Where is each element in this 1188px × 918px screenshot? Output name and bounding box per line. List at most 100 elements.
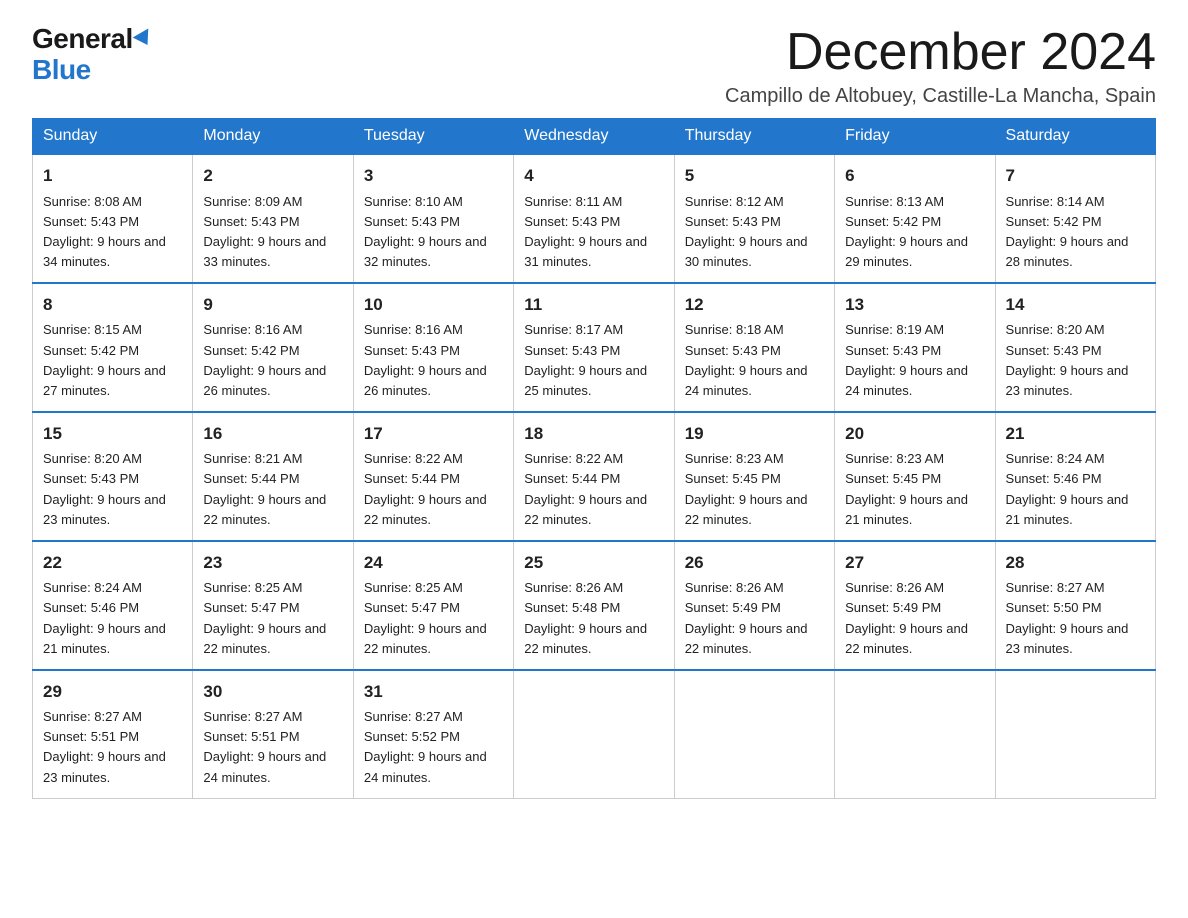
day-number: 3 — [364, 163, 503, 189]
day-info: Sunrise: 8:22 AMSunset: 5:44 PMDaylight:… — [524, 451, 647, 526]
day-info: Sunrise: 8:15 AMSunset: 5:42 PMDaylight:… — [43, 322, 166, 397]
calendar-day-cell — [514, 670, 674, 798]
calendar-day-cell: 25 Sunrise: 8:26 AMSunset: 5:48 PMDaylig… — [514, 541, 674, 670]
calendar-day-cell — [674, 670, 834, 798]
calendar-week-row: 15 Sunrise: 8:20 AMSunset: 5:43 PMDaylig… — [33, 412, 1156, 541]
day-number: 12 — [685, 292, 824, 318]
day-number: 11 — [524, 292, 663, 318]
calendar-week-row: 8 Sunrise: 8:15 AMSunset: 5:42 PMDayligh… — [33, 283, 1156, 412]
calendar-day-cell: 27 Sunrise: 8:26 AMSunset: 5:49 PMDaylig… — [835, 541, 995, 670]
day-info: Sunrise: 8:16 AMSunset: 5:42 PMDaylight:… — [203, 322, 326, 397]
day-number: 18 — [524, 421, 663, 447]
day-info: Sunrise: 8:24 AMSunset: 5:46 PMDaylight:… — [1006, 451, 1129, 526]
logo-triangle-icon — [132, 28, 155, 49]
day-number: 17 — [364, 421, 503, 447]
day-number: 10 — [364, 292, 503, 318]
day-info: Sunrise: 8:10 AMSunset: 5:43 PMDaylight:… — [364, 194, 487, 269]
day-number: 19 — [685, 421, 824, 447]
calendar-day-cell: 18 Sunrise: 8:22 AMSunset: 5:44 PMDaylig… — [514, 412, 674, 541]
day-number: 15 — [43, 421, 182, 447]
day-number: 9 — [203, 292, 342, 318]
calendar-day-cell: 4 Sunrise: 8:11 AMSunset: 5:43 PMDayligh… — [514, 154, 674, 283]
calendar-body: 1 Sunrise: 8:08 AMSunset: 5:43 PMDayligh… — [33, 154, 1156, 798]
calendar-day-cell — [995, 670, 1155, 798]
calendar-day-cell: 13 Sunrise: 8:19 AMSunset: 5:43 PMDaylig… — [835, 283, 995, 412]
calendar-day-cell: 28 Sunrise: 8:27 AMSunset: 5:50 PMDaylig… — [995, 541, 1155, 670]
header-sunday: Sunday — [33, 119, 193, 155]
day-number: 22 — [43, 550, 182, 576]
day-info: Sunrise: 8:26 AMSunset: 5:49 PMDaylight:… — [685, 580, 808, 655]
day-info: Sunrise: 8:17 AMSunset: 5:43 PMDaylight:… — [524, 322, 647, 397]
day-number: 26 — [685, 550, 824, 576]
calendar-day-cell: 16 Sunrise: 8:21 AMSunset: 5:44 PMDaylig… — [193, 412, 353, 541]
day-number: 25 — [524, 550, 663, 576]
day-info: Sunrise: 8:16 AMSunset: 5:43 PMDaylight:… — [364, 322, 487, 397]
day-info: Sunrise: 8:09 AMSunset: 5:43 PMDaylight:… — [203, 194, 326, 269]
day-number: 23 — [203, 550, 342, 576]
day-info: Sunrise: 8:26 AMSunset: 5:48 PMDaylight:… — [524, 580, 647, 655]
calendar-week-row: 1 Sunrise: 8:08 AMSunset: 5:43 PMDayligh… — [33, 154, 1156, 283]
calendar-day-cell: 24 Sunrise: 8:25 AMSunset: 5:47 PMDaylig… — [353, 541, 513, 670]
day-info: Sunrise: 8:13 AMSunset: 5:42 PMDaylight:… — [845, 194, 968, 269]
day-number: 21 — [1006, 421, 1145, 447]
header-friday: Friday — [835, 119, 995, 155]
day-info: Sunrise: 8:18 AMSunset: 5:43 PMDaylight:… — [685, 322, 808, 397]
calendar-day-cell: 11 Sunrise: 8:17 AMSunset: 5:43 PMDaylig… — [514, 283, 674, 412]
day-number: 2 — [203, 163, 342, 189]
calendar-week-row: 22 Sunrise: 8:24 AMSunset: 5:46 PMDaylig… — [33, 541, 1156, 670]
day-number: 20 — [845, 421, 984, 447]
header-wednesday: Wednesday — [514, 119, 674, 155]
calendar-day-cell: 1 Sunrise: 8:08 AMSunset: 5:43 PMDayligh… — [33, 154, 193, 283]
day-number: 1 — [43, 163, 182, 189]
day-number: 7 — [1006, 163, 1145, 189]
header-tuesday: Tuesday — [353, 119, 513, 155]
header-thursday: Thursday — [674, 119, 834, 155]
day-info: Sunrise: 8:23 AMSunset: 5:45 PMDaylight:… — [685, 451, 808, 526]
day-number: 31 — [364, 679, 503, 705]
header-saturday: Saturday — [995, 119, 1155, 155]
day-number: 14 — [1006, 292, 1145, 318]
calendar-day-cell: 30 Sunrise: 8:27 AMSunset: 5:51 PMDaylig… — [193, 670, 353, 798]
day-info: Sunrise: 8:26 AMSunset: 5:49 PMDaylight:… — [845, 580, 968, 655]
day-info: Sunrise: 8:23 AMSunset: 5:45 PMDaylight:… — [845, 451, 968, 526]
calendar-header: Sunday Monday Tuesday Wednesday Thursday… — [33, 119, 1156, 155]
logo-text: General — [32, 24, 153, 55]
day-info: Sunrise: 8:19 AMSunset: 5:43 PMDaylight:… — [845, 322, 968, 397]
calendar-table: Sunday Monday Tuesday Wednesday Thursday… — [32, 118, 1156, 799]
calendar-day-cell: 19 Sunrise: 8:23 AMSunset: 5:45 PMDaylig… — [674, 412, 834, 541]
calendar-day-cell: 29 Sunrise: 8:27 AMSunset: 5:51 PMDaylig… — [33, 670, 193, 798]
day-number: 30 — [203, 679, 342, 705]
logo-icon-wrap — [133, 34, 153, 48]
title-block: December 2024 Campillo de Altobuey, Cast… — [725, 24, 1156, 108]
location-title: Campillo de Altobuey, Castille-La Mancha… — [725, 85, 1156, 108]
page-header: General Blue December 2024 Campillo de A… — [32, 24, 1156, 108]
calendar-day-cell: 21 Sunrise: 8:24 AMSunset: 5:46 PMDaylig… — [995, 412, 1155, 541]
month-title: December 2024 — [725, 24, 1156, 81]
day-info: Sunrise: 8:14 AMSunset: 5:42 PMDaylight:… — [1006, 194, 1129, 269]
calendar-day-cell: 22 Sunrise: 8:24 AMSunset: 5:46 PMDaylig… — [33, 541, 193, 670]
calendar-day-cell: 9 Sunrise: 8:16 AMSunset: 5:42 PMDayligh… — [193, 283, 353, 412]
day-number: 24 — [364, 550, 503, 576]
calendar-day-cell: 31 Sunrise: 8:27 AMSunset: 5:52 PMDaylig… — [353, 670, 513, 798]
calendar-day-cell: 2 Sunrise: 8:09 AMSunset: 5:43 PMDayligh… — [193, 154, 353, 283]
calendar-day-cell: 8 Sunrise: 8:15 AMSunset: 5:42 PMDayligh… — [33, 283, 193, 412]
day-info: Sunrise: 8:22 AMSunset: 5:44 PMDaylight:… — [364, 451, 487, 526]
weekday-header-row: Sunday Monday Tuesday Wednesday Thursday… — [33, 119, 1156, 155]
day-info: Sunrise: 8:12 AMSunset: 5:43 PMDaylight:… — [685, 194, 808, 269]
day-info: Sunrise: 8:25 AMSunset: 5:47 PMDaylight:… — [203, 580, 326, 655]
day-info: Sunrise: 8:27 AMSunset: 5:50 PMDaylight:… — [1006, 580, 1129, 655]
day-info: Sunrise: 8:20 AMSunset: 5:43 PMDaylight:… — [1006, 322, 1129, 397]
calendar-day-cell: 6 Sunrise: 8:13 AMSunset: 5:42 PMDayligh… — [835, 154, 995, 283]
day-number: 13 — [845, 292, 984, 318]
calendar-day-cell: 23 Sunrise: 8:25 AMSunset: 5:47 PMDaylig… — [193, 541, 353, 670]
calendar-week-row: 29 Sunrise: 8:27 AMSunset: 5:51 PMDaylig… — [33, 670, 1156, 798]
calendar-day-cell: 20 Sunrise: 8:23 AMSunset: 5:45 PMDaylig… — [835, 412, 995, 541]
day-number: 16 — [203, 421, 342, 447]
calendar-day-cell: 10 Sunrise: 8:16 AMSunset: 5:43 PMDaylig… — [353, 283, 513, 412]
calendar-day-cell: 5 Sunrise: 8:12 AMSunset: 5:43 PMDayligh… — [674, 154, 834, 283]
calendar-day-cell: 26 Sunrise: 8:26 AMSunset: 5:49 PMDaylig… — [674, 541, 834, 670]
calendar-day-cell — [835, 670, 995, 798]
day-number: 28 — [1006, 550, 1145, 576]
day-info: Sunrise: 8:27 AMSunset: 5:51 PMDaylight:… — [43, 709, 166, 784]
calendar-day-cell: 15 Sunrise: 8:20 AMSunset: 5:43 PMDaylig… — [33, 412, 193, 541]
